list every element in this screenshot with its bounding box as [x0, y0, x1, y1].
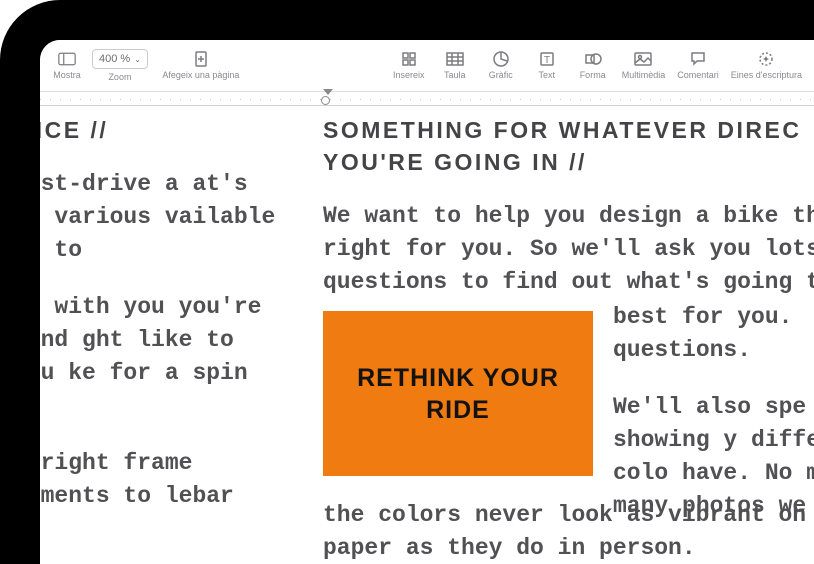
text-wrap-region: best for you. questions. RETHINK YOUR RI… [323, 301, 814, 499]
comment-button[interactable]: Comentari [677, 51, 719, 80]
body-text[interactable]: s to test-drive a at's why the various v… [40, 168, 300, 267]
text-label: Text [538, 70, 555, 80]
media-label: Multimèdia [622, 70, 666, 80]
writing-tools-button[interactable]: Eines d'escriptura [731, 51, 802, 80]
heading-right[interactable]: SOMETHING FOR WHATEVER DIREC YOU'RE GOIN… [323, 114, 814, 178]
comment-label: Comentari [677, 70, 719, 80]
show-menu[interactable]: Mostra [50, 49, 84, 82]
table-label: Taula [444, 70, 466, 80]
device-bezel: Mostra 400 % ⌄ Zoom Afegeix una pàgina [0, 0, 814, 564]
first-line-indent-marker[interactable] [323, 89, 333, 95]
body-text[interactable]: We want to help you design a bike tha ri… [323, 200, 814, 299]
panel-icon [58, 51, 76, 67]
sparkle-icon [757, 51, 775, 67]
chevron-down-icon: ⌄ [134, 55, 141, 64]
toolbar: Mostra 400 % ⌄ Zoom Afegeix una pàgina [40, 40, 814, 92]
body-text[interactable]: We'll also spe time showing y different … [613, 391, 814, 523]
add-page-icon [192, 51, 210, 67]
zoom-value: 400 % [99, 53, 130, 65]
text-button[interactable]: T Text [530, 51, 564, 80]
document-canvas[interactable]: PERIENCE // s to test-drive a at's why t… [40, 106, 814, 564]
left-indent-marker[interactable] [321, 96, 330, 105]
chart-icon [492, 51, 510, 67]
zoom-menu[interactable]: 400 % ⌄ Zoom [92, 49, 148, 82]
add-page-label: Afegeix una pàgina [162, 70, 239, 80]
table-icon [446, 51, 464, 67]
shape-button[interactable]: Forma [576, 51, 610, 80]
text-icon: T [538, 51, 556, 67]
heading-left[interactable]: PERIENCE // [40, 114, 300, 146]
body-text[interactable]: ck the right frame measurements to lebar… [40, 447, 300, 546]
ruler[interactable] [40, 92, 814, 106]
shape-label: Forma [580, 70, 606, 80]
svg-text:T: T [544, 55, 550, 66]
zoom-value-box[interactable]: 400 % ⌄ [92, 49, 148, 69]
add-page-button[interactable]: Afegeix una pàgina [156, 49, 246, 82]
comment-icon [689, 51, 707, 67]
body-text[interactable]: to chat with you you're after and ght li… [40, 291, 300, 423]
zoom-label: Zoom [108, 72, 131, 82]
media-button[interactable]: Multimèdia [622, 51, 666, 80]
column-left: PERIENCE // s to test-drive a at's why t… [40, 114, 300, 564]
insert-icon [400, 51, 418, 67]
table-button[interactable]: Taula [438, 51, 472, 80]
insert-label: Insereix [393, 70, 425, 80]
body-text[interactable]: best for you. questions. [613, 301, 814, 367]
chart-label: Gràfic [489, 70, 513, 80]
insert-button[interactable]: Insereix [392, 51, 426, 80]
show-label: Mostra [53, 70, 81, 80]
callout-box[interactable]: RETHINK YOUR RIDE [323, 311, 593, 476]
media-icon [634, 51, 652, 67]
chart-button[interactable]: Gràfic [484, 51, 518, 80]
writing-tools-label: Eines d'escriptura [731, 70, 802, 80]
callout-text: RETHINK YOUR RIDE [333, 362, 583, 426]
shape-icon [584, 51, 602, 67]
column-right: SOMETHING FOR WHATEVER DIREC YOU'RE GOIN… [323, 114, 814, 564]
screen: Mostra 400 % ⌄ Zoom Afegeix una pàgina [40, 40, 814, 564]
